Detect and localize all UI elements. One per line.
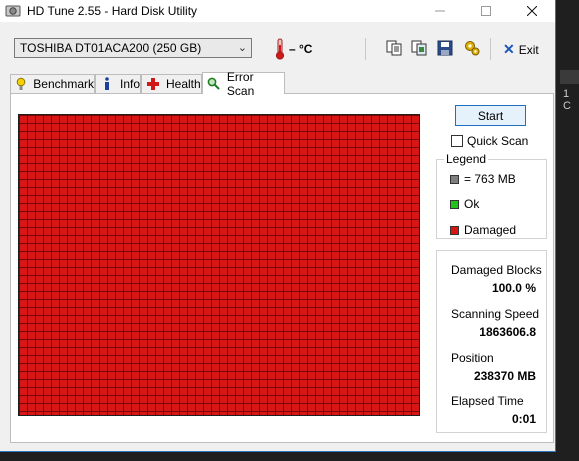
scan-stats-group: Damaged Blocks 100.0 % Scanning Speed 18… (436, 250, 547, 433)
temperature-readout: – °C (289, 42, 313, 56)
damaged-blocks-value: 100.0 % (491, 281, 536, 295)
hdtune-app-icon (5, 5, 21, 17)
tab-health[interactable]: Health (141, 74, 202, 93)
toolbar-separator (490, 38, 491, 60)
quick-scan-option[interactable]: Quick Scan (451, 134, 528, 148)
tab-info[interactable]: Info (95, 74, 141, 93)
thermometer-icon (275, 38, 285, 60)
quick-scan-label: Quick Scan (467, 134, 529, 148)
scanning-speed-value: 1863606.8 (479, 325, 536, 339)
title-bar[interactable]: HD Tune 2.55 - Hard Disk Utility (0, 0, 555, 22)
options-icon[interactable] (463, 39, 481, 57)
tab-label: Info (119, 77, 140, 91)
app-window: HD Tune 2.55 - Hard Disk Utility TOSHIBA… (0, 0, 556, 452)
minimize-icon (435, 10, 445, 12)
legend-ok: Ok (450, 197, 479, 211)
drive-select-value: TOSHIBA DT01ACA200 (250 GB) (20, 41, 202, 55)
legend-damaged-label: Damaged (464, 223, 517, 237)
position-value: 238370 MB (473, 369, 536, 383)
elapsed-time-label: Elapsed Time (451, 394, 524, 408)
health-cross-icon (146, 77, 160, 91)
benchmark-icon (15, 77, 27, 91)
start-label: Start (477, 108, 504, 123)
window-title: HD Tune 2.55 - Hard Disk Utility (27, 4, 198, 18)
background-window-edge (560, 70, 579, 84)
save-icon[interactable] (436, 39, 454, 57)
start-button[interactable]: Start (455, 105, 526, 126)
tab-error-scan[interactable]: Error Scan (202, 70, 285, 98)
scanning-speed-label: Scanning Speed (451, 307, 540, 321)
exit-label: Exit (518, 42, 539, 57)
drive-select[interactable]: TOSHIBA DT01ACA200 (250 GB) ⌄ (14, 38, 252, 58)
legend-block-size: = 763 MB (450, 172, 516, 186)
tab-label: Health (166, 77, 201, 91)
maximize-button[interactable] (463, 0, 509, 22)
toolbar: TOSHIBA DT01ACA200 (250 GB) ⌄ – °C ✕ Exi… (0, 28, 555, 68)
info-icon (100, 77, 114, 91)
position-label: Position (451, 351, 494, 365)
legend-damaged: Damaged (450, 223, 516, 237)
magnifier-icon (207, 77, 221, 91)
tab-label: Error Scan (226, 69, 255, 98)
background-window-text: 1 C (563, 88, 571, 112)
green-swatch (450, 199, 459, 209)
close-icon (527, 6, 537, 16)
close-button[interactable] (509, 0, 555, 22)
minimize-button[interactable] (417, 0, 463, 22)
legend-ok-label: Ok (464, 197, 480, 211)
error-scan-panel: Start Quick Scan Legend = 763 MB Ok Dama… (10, 93, 554, 443)
exit-button[interactable]: ✕ Exit (503, 41, 539, 58)
exit-icon: ✕ (503, 41, 515, 57)
copy-text-icon[interactable] (385, 39, 403, 57)
damaged-blocks-label: Damaged Blocks (451, 263, 542, 277)
chevron-down-icon: ⌄ (237, 42, 247, 54)
legend-title: Legend (444, 152, 489, 166)
scan-block-map (18, 114, 420, 416)
maximize-icon (481, 6, 491, 16)
legend-group: Legend = 763 MB Ok Damaged (436, 152, 547, 239)
toolbar-separator (365, 38, 366, 60)
tab-label: Benchmark (33, 77, 94, 91)
legend-block-size-label: = 763 MB (464, 172, 516, 186)
red-swatch (450, 225, 459, 235)
copy-screenshot-icon[interactable] (410, 39, 428, 57)
quick-scan-checkbox[interactable] (451, 135, 463, 147)
gray-swatch (450, 174, 459, 184)
elapsed-time-value: 0:01 (511, 412, 536, 426)
tab-benchmark[interactable]: Benchmark (10, 74, 95, 93)
